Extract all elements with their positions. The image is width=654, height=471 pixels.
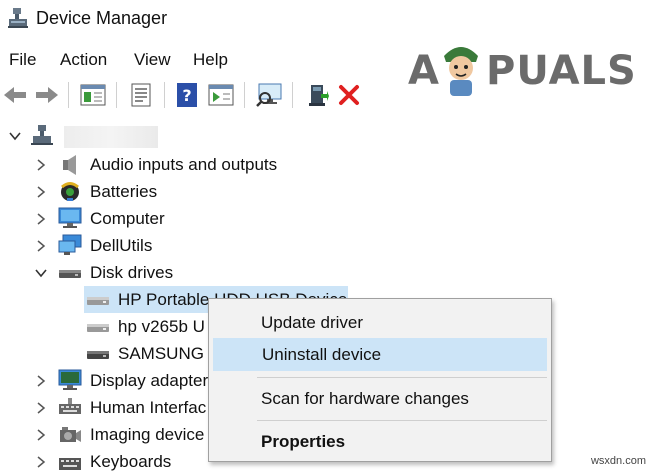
menu-help[interactable]: Help bbox=[193, 50, 228, 70]
tree-item-samsung[interactable]: SAMSUNG S bbox=[0, 341, 220, 367]
chevron-down-icon[interactable] bbox=[8, 129, 22, 143]
forward-arrow-icon bbox=[36, 87, 58, 103]
context-separator bbox=[257, 377, 547, 378]
disk-drive-icon bbox=[87, 324, 109, 332]
back-button[interactable] bbox=[0, 80, 30, 110]
toolbar: ? bbox=[0, 76, 654, 116]
uninstall-button[interactable] bbox=[334, 80, 364, 110]
tree-item-label: hp v265b U bbox=[118, 317, 205, 336]
tree-item-hp-v265b[interactable]: hp v265b U bbox=[0, 314, 210, 340]
menu-file[interactable]: File bbox=[9, 50, 36, 70]
window-title: Device Manager bbox=[36, 8, 168, 28]
tree-item-label: Computer bbox=[90, 209, 165, 228]
toolbar-separator bbox=[116, 82, 117, 108]
tree-item-keyboards[interactable]: Keyboards bbox=[0, 449, 210, 471]
speaker-icon bbox=[63, 155, 76, 175]
tree-item-batteries[interactable]: Batteries bbox=[0, 179, 400, 205]
scan-hardware-button[interactable] bbox=[254, 80, 284, 110]
disk-drive-icon bbox=[87, 297, 109, 305]
tree-item-label: Human Interfac bbox=[90, 398, 207, 417]
context-update-driver[interactable]: Update driver bbox=[213, 306, 547, 339]
help-button[interactable]: ? bbox=[172, 80, 202, 110]
chevron-right-icon[interactable] bbox=[34, 185, 48, 199]
network-monitor-icon bbox=[58, 234, 82, 255]
chevron-right-icon[interactable] bbox=[34, 455, 48, 469]
tree-item-label: Batteries bbox=[90, 182, 158, 201]
device-manager-icon bbox=[8, 8, 28, 28]
toolbar-separator bbox=[292, 82, 293, 108]
context-separator bbox=[257, 420, 547, 421]
battery-icon bbox=[61, 182, 79, 201]
forward-button[interactable] bbox=[32, 80, 62, 110]
svg-text:?: ? bbox=[182, 86, 191, 105]
menu-view[interactable]: View bbox=[134, 50, 171, 70]
tree-item-label: Audio inputs and outputs bbox=[90, 155, 278, 174]
tree-item-label: Display adapter bbox=[90, 371, 209, 390]
update-driver-button[interactable] bbox=[302, 80, 332, 110]
context-properties[interactable]: Properties bbox=[213, 425, 547, 458]
disk-drive-icon bbox=[87, 351, 109, 359]
disk-drive-icon bbox=[59, 270, 81, 278]
computer-icon bbox=[58, 207, 82, 228]
document-icon bbox=[131, 83, 151, 107]
help-icon: ? bbox=[177, 83, 197, 107]
tree-item-human-interface[interactable]: Human Interfac bbox=[0, 395, 210, 421]
computer-tower-icon bbox=[31, 125, 53, 145]
chevron-right-icon[interactable] bbox=[34, 212, 48, 226]
back-arrow-icon bbox=[4, 87, 26, 103]
display-adapter-icon bbox=[58, 369, 82, 390]
context-scan-hardware[interactable]: Scan for hardware changes bbox=[213, 382, 547, 415]
tree-item-label: Keyboards bbox=[90, 452, 172, 471]
chevron-down-icon[interactable] bbox=[34, 266, 48, 280]
properties-button[interactable] bbox=[126, 80, 156, 110]
context-menu: Update driver Uninstall device Scan for … bbox=[208, 298, 552, 462]
keyboard-icon bbox=[59, 458, 81, 470]
tree-item-label: Disk drives bbox=[90, 263, 174, 282]
hid-icon bbox=[59, 398, 81, 414]
toolbar-separator bbox=[68, 82, 69, 108]
remove-device-icon bbox=[339, 85, 359, 105]
tree-item-label: DellUtils bbox=[90, 236, 153, 255]
chevron-right-icon[interactable] bbox=[34, 401, 48, 415]
tree-item-dellutils[interactable]: DellUtils bbox=[0, 233, 400, 259]
tree-item-audio[interactable]: Audio inputs and outputs bbox=[0, 152, 400, 178]
run-button[interactable] bbox=[206, 80, 236, 110]
add-driver-icon bbox=[309, 85, 329, 106]
context-uninstall-device[interactable]: Uninstall device bbox=[213, 338, 547, 371]
toolbar-separator bbox=[164, 82, 165, 108]
camera-icon bbox=[60, 427, 81, 442]
chevron-right-icon[interactable] bbox=[34, 239, 48, 253]
chevron-right-icon[interactable] bbox=[34, 158, 48, 172]
toolbar-separator bbox=[244, 82, 245, 108]
tree-item-label: SAMSUNG S bbox=[118, 344, 221, 363]
properties-pane-icon bbox=[80, 84, 106, 106]
tree-root[interactable] bbox=[0, 123, 300, 149]
root-computer-name bbox=[64, 126, 158, 148]
watermark: wsxdn.com bbox=[590, 455, 646, 467]
menu-action[interactable]: Action bbox=[60, 50, 107, 70]
title-bar: Device Manager bbox=[0, 0, 654, 40]
show-hide-tree-button[interactable] bbox=[78, 80, 108, 110]
chevron-right-icon[interactable] bbox=[34, 374, 48, 388]
tree-item-computer[interactable]: Computer bbox=[0, 206, 400, 232]
tree-item-display-adapters[interactable]: Display adapter bbox=[0, 368, 210, 394]
tree-item-label: Imaging device bbox=[90, 425, 205, 444]
monitor-scan-icon bbox=[256, 83, 282, 107]
run-icon bbox=[208, 84, 234, 106]
chevron-right-icon[interactable] bbox=[34, 428, 48, 442]
tree-item-imaging-devices[interactable]: Imaging device bbox=[0, 422, 210, 448]
tree-item-disk-drives[interactable]: Disk drives bbox=[0, 260, 400, 286]
